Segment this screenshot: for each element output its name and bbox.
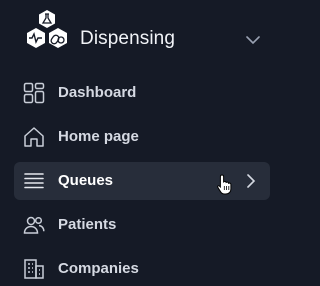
chevron-right-icon[interactable]	[244, 173, 258, 189]
dashboard-grid-icon	[23, 82, 45, 104]
sidebar-item-label: Companies	[58, 260, 139, 277]
sidebar-item-companies[interactable]: Companies	[14, 250, 270, 286]
sidebar: Dispensing Dashboard Home page Queues Pa…	[0, 0, 270, 286]
building-icon	[24, 259, 44, 279]
sidebar-item-label: Home page	[58, 128, 139, 145]
sidebar-item-label: Queues	[58, 172, 114, 189]
brand-header[interactable]: Dispensing	[0, 0, 270, 78]
chevron-down-icon[interactable]	[243, 32, 263, 48]
pharmacy-hexagon-logo	[27, 10, 67, 48]
sidebar-item-label: Patients	[58, 216, 117, 233]
sidebar-item-patients[interactable]: Patients	[14, 206, 270, 244]
home-icon	[24, 127, 44, 147]
queue-list-icon	[24, 173, 44, 189]
sidebar-item-dashboard[interactable]: Dashboard	[14, 74, 270, 112]
hand-cursor-icon	[217, 174, 232, 195]
sidebar-item-home-page[interactable]: Home page	[14, 118, 270, 156]
sidebar-item-label: Dashboard	[58, 84, 137, 101]
brand-title: Dispensing	[80, 28, 175, 49]
users-icon	[23, 216, 45, 234]
